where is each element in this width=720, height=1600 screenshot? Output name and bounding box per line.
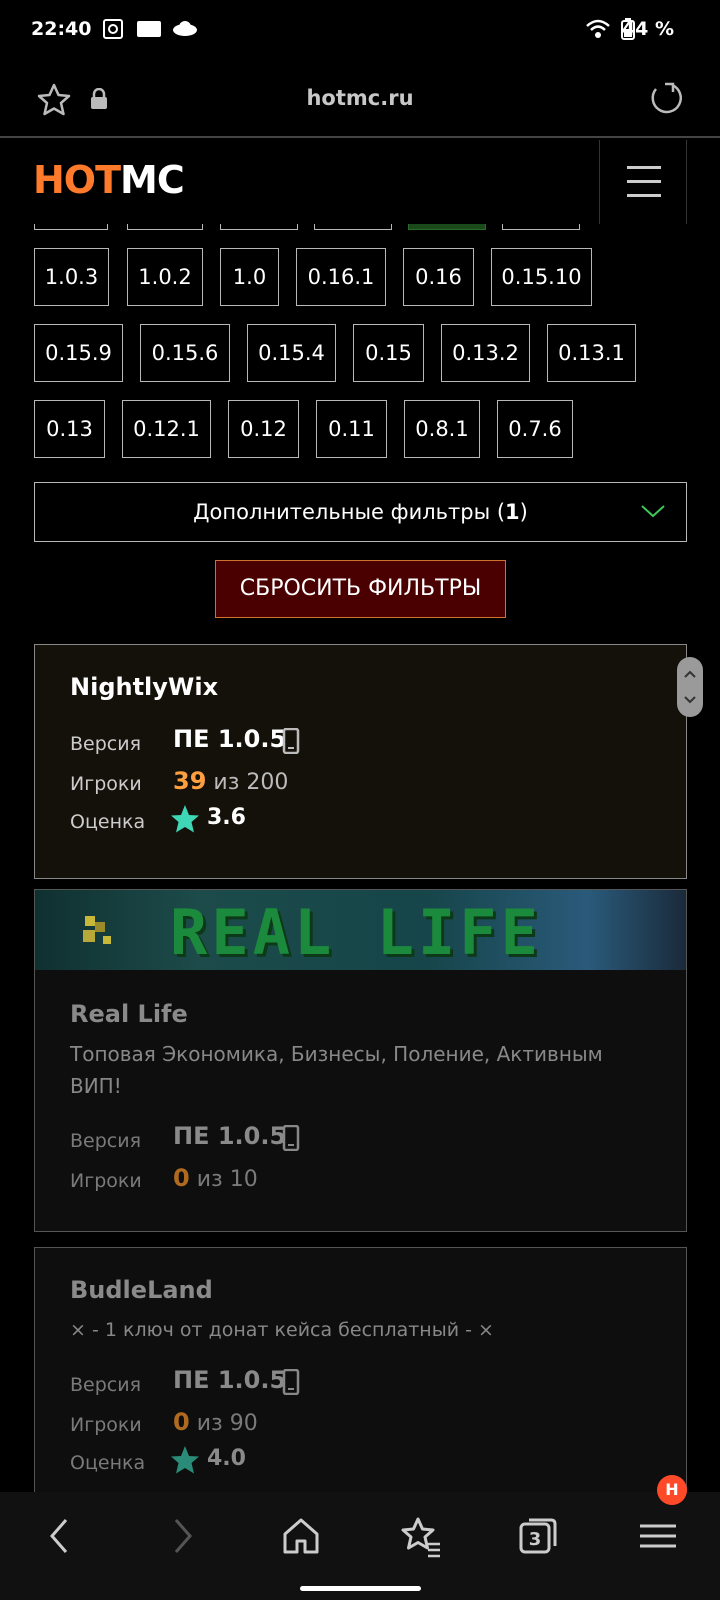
version-chip[interactable]: 0.12 [228, 400, 299, 458]
scrollbar-thumb[interactable] [677, 657, 703, 717]
mobile-phone-icon [282, 728, 300, 754]
rating-star-icon [171, 805, 199, 833]
banner-title: REAL LIFE [170, 896, 542, 969]
reload-icon[interactable] [648, 80, 684, 116]
version-chip[interactable]: 1.0 [220, 248, 279, 306]
server-card[interactable]: NightlyWix Версия ПЕ 1.0.5 Игроки 39 из … [34, 644, 687, 879]
reset-filters-button[interactable]: СБРОСИТЬ ФИЛЬТРЫ [215, 560, 506, 618]
server-rating-row: Оценка 3.6 [70, 805, 246, 833]
server-players-row: Игроки 39 из 200 [70, 767, 289, 795]
version-chip[interactable]: 0.15.6 [140, 324, 230, 382]
server-description: Топовая Экономика, Бизнесы, Поление, Акт… [70, 1042, 603, 1098]
version-chip[interactable]: 0.15.4 [247, 324, 336, 382]
home-indicator[interactable] [300, 1586, 421, 1591]
players-max: 10 [229, 1167, 258, 1192]
server-version-row: Версия ПЕ 1.0.5 [70, 1122, 650, 1158]
home-icon[interactable] [279, 1514, 323, 1558]
status-time: 22:40 [31, 18, 92, 40]
server-version-row: Версия ПЕ 1.0.5 [70, 1366, 650, 1402]
version-chip[interactable] [502, 224, 580, 230]
server-version-row: Версия ПЕ 1.0.5 [70, 725, 650, 761]
version-chip-selected[interactable] [408, 224, 486, 230]
site-logo[interactable]: HOTMC [33, 158, 185, 202]
forward-icon[interactable] [160, 1514, 204, 1558]
version-chip[interactable]: 0.13.2 [441, 324, 530, 382]
app-notification-icon [173, 21, 197, 36]
banner-decoration-icon [83, 916, 111, 944]
server-banner-image[interactable]: REAL LIFE [35, 890, 686, 970]
gallery-notification-icon [103, 19, 123, 39]
players-max: 200 [246, 770, 289, 795]
version-chip[interactable]: 0.16.1 [296, 248, 386, 306]
mobile-phone-icon [282, 1369, 300, 1395]
scroll-arrows-icon [684, 670, 696, 704]
server-version: ПЕ 1.0.5 [173, 725, 287, 753]
server-rating: 3.6 [207, 805, 246, 830]
menu-icon[interactable] [636, 1514, 680, 1558]
version-chip[interactable]: 0.15.9 [34, 324, 123, 382]
tabs-icon[interactable]: 3 [517, 1514, 561, 1558]
players-max: 90 [229, 1411, 258, 1436]
players-current: 0 [173, 1408, 190, 1436]
version-chip[interactable]: 0.8.1 [404, 400, 480, 458]
page-content: 1.0.3 1.0.2 1.0 0.16.1 0.16 0.15.10 0.15… [0, 224, 720, 1492]
extra-filters-count: 1 [505, 500, 520, 524]
version-chip[interactable] [127, 224, 203, 230]
server-rating: 4.0 [207, 1446, 246, 1471]
version-chip[interactable] [220, 224, 298, 230]
menu-notification-badge: H [657, 1475, 687, 1505]
server-players-row: Игроки 0 из 10 [70, 1164, 258, 1192]
version-chip[interactable]: 1.0.2 [127, 248, 203, 306]
server-card[interactable]: BudleLand × - 1 ключ от донат кейса бесп… [34, 1247, 687, 1492]
server-rating-row: Оценка 4.0 [70, 1446, 246, 1474]
players-current: 39 [173, 767, 207, 795]
back-icon[interactable] [38, 1514, 82, 1558]
server-name[interactable]: BudleLand [70, 1276, 213, 1304]
mobile-phone-icon [282, 1125, 300, 1151]
extra-filters-toggle[interactable]: Дополнительные фильтры (1) [34, 482, 687, 542]
wifi-icon [586, 19, 610, 38]
chevron-down-icon [641, 505, 665, 518]
version-chip[interactable]: 0.15 [353, 324, 424, 382]
site-header: HOTMC [0, 138, 720, 224]
status-bar: 22:40 44 % [0, 0, 720, 60]
version-chip[interactable]: 1.0.3 [34, 248, 109, 306]
version-chip[interactable]: 0.16 [403, 248, 474, 306]
version-chip[interactable] [34, 224, 108, 230]
url-text[interactable]: hotmc.ru [0, 86, 720, 110]
server-version: ПЕ 1.0.5 [173, 1122, 287, 1150]
bookmarks-star-icon[interactable] [398, 1514, 442, 1558]
hamburger-menu-button[interactable] [599, 140, 687, 224]
version-chip[interactable]: 0.13 [34, 400, 105, 458]
server-description: × - 1 ключ от донат кейса бесплатный - × [70, 1319, 494, 1341]
server-name[interactable]: NightlyWix [70, 673, 218, 701]
server-name[interactable]: Real Life [70, 1000, 188, 1028]
tab-count: 3 [529, 1529, 542, 1550]
server-players-row: Игроки 0 из 90 [70, 1408, 258, 1436]
players-current: 0 [173, 1164, 190, 1192]
rating-star-icon [171, 1446, 199, 1474]
server-version: ПЕ 1.0.5 [173, 1366, 287, 1394]
battery-percent: 44 % [621, 18, 674, 40]
version-chip[interactable]: 0.11 [316, 400, 387, 458]
version-chip[interactable] [314, 224, 392, 230]
version-chip[interactable]: 0.15.10 [491, 248, 592, 306]
version-chip[interactable]: 0.7.6 [497, 400, 573, 458]
server-card[interactable]: REAL LIFE Real Life Топовая Экономика, Б… [34, 889, 687, 1232]
version-chip[interactable]: 0.12.1 [122, 400, 211, 458]
message-notification-icon [137, 21, 161, 37]
browser-address-bar: hotmc.ru [0, 60, 720, 138]
version-chip[interactable]: 0.13.1 [547, 324, 636, 382]
browser-bottom-nav: 3 [0, 1492, 720, 1600]
